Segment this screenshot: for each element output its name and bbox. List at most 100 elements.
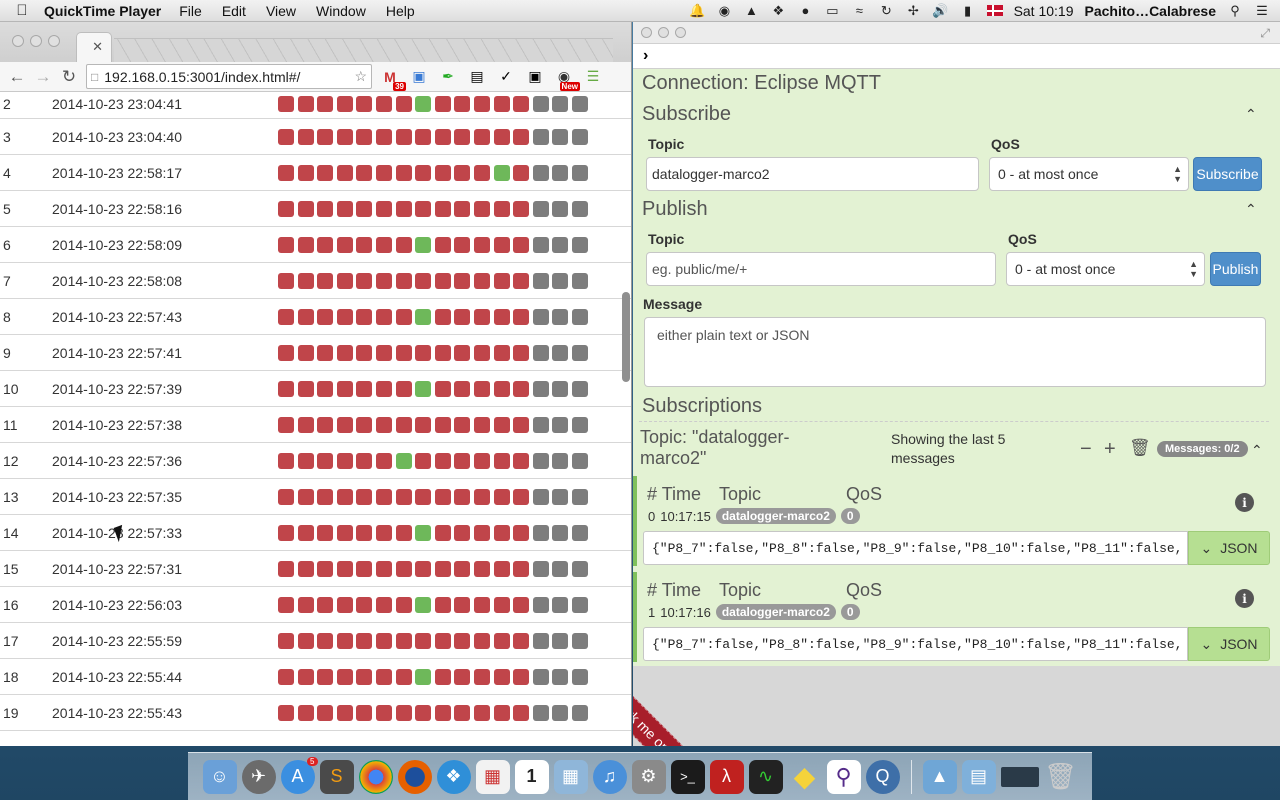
dropbox-icon[interactable]: ❖ [770,3,786,19]
forward-arrow-icon[interactable]: → [32,67,54,87]
display-icon[interactable]: ▭ [824,3,840,19]
zoom-window-button[interactable] [48,35,60,47]
trash-icon[interactable]: 🗑 [1129,438,1151,458]
battery-icon[interactable]: ▮ [960,3,976,19]
finder-icon[interactable]: ☺ [202,759,237,794]
terminal-icon[interactable]: >_ [670,759,705,794]
pin-unused-indicator [571,416,588,433]
notification-bell-icon[interactable]: 🔔 [689,3,705,19]
applications-folder-icon[interactable]: ▲ [922,759,957,794]
spotlight-icon[interactable]: ⚲ [1227,3,1243,19]
fullscreen-icon[interactable]: ⤢ [1260,26,1270,41]
subscribe-topic-input[interactable]: datalogger-marco2 [646,157,979,191]
messages-count-badge: Messages: 0/2 [1157,441,1248,457]
bookmark-star-icon[interactable]: ☆ [354,68,367,85]
record-icon[interactable]: ◉ [716,3,732,19]
info-icon[interactable]: i [1235,493,1254,512]
firefox-icon[interactable] [397,759,432,794]
chrome-menu-icon[interactable]: ☰ [582,66,604,88]
pin-on-indicator [415,524,432,541]
json-format-button[interactable]: ⌄ JSON [1188,627,1270,661]
publish-button[interactable]: Publish [1210,252,1261,286]
grid-app-icon[interactable]: ▦ [475,759,510,794]
eyedropper-icon[interactable]: ✒ [437,66,459,88]
browser-tab[interactable]: ✕ [76,32,112,62]
activity-monitor-icon[interactable]: ∿ [748,759,783,794]
preview-icon[interactable]: ▦ [553,759,588,794]
json-format-button[interactable]: ⌄ JSON [1188,531,1270,565]
time-machine-icon[interactable]: ↻ [878,3,894,19]
drive-icon[interactable]: ▲ [743,3,759,19]
search-app-icon[interactable]: ⚲ [826,759,861,794]
pin-states [278,380,588,397]
subscribe-collapse-chevron-icon[interactable]: ⌃ [1245,106,1257,123]
timemachine-app-icon[interactable]: ● [797,3,813,19]
volume-icon[interactable]: 🔊 [932,3,948,19]
minus-icon[interactable]: − [1080,438,1092,461]
menu-view[interactable]: View [266,3,296,19]
input-source-flag-icon[interactable] [986,5,1003,16]
gmail-extension-icon[interactable]: M 39 [379,66,406,91]
subscribe-heading[interactable]: Subscribe [642,103,731,126]
publish-heading[interactable]: Publish [642,198,708,221]
trash-bin-icon[interactable]: 🗑 [1044,760,1078,794]
address-bar[interactable]: □ 192.168.0.15:3001/index.html#/ ☆ [86,64,372,89]
speed-extension-icon[interactable]: ◉ New [553,66,580,91]
message-textarea[interactable]: either plain text or JSON [644,317,1266,387]
safari-icon[interactable]: ❖ [436,759,471,794]
column-num: # [647,580,658,600]
subscribe-qos-select[interactable]: 0 - at most once ▲ ▼ [989,157,1189,191]
chrome-icon[interactable] [358,759,393,794]
app-menu[interactable]: QuickTime Player [44,3,161,19]
close-tab-icon[interactable]: ✕ [92,39,103,55]
wifi-icon[interactable]: ≈ [851,3,867,19]
apple-menu-icon[interactable]:  [0,2,44,19]
subscribe-button[interactable]: Subscribe [1193,157,1262,191]
publish-qos-select[interactable]: 0 - at most once ▲ ▼ [1006,252,1205,286]
acrobat-icon[interactable]: λ [709,759,744,794]
menu-edit[interactable]: Edit [222,3,246,19]
mqtt-zoom-button[interactable] [675,27,686,38]
message-payload[interactable]: {"P8_7":false,"P8_8":false,"P8_9":false,… [643,531,1188,565]
subscription-collapse-chevron-icon[interactable]: ⌃ [1251,442,1263,459]
close-window-button[interactable] [12,35,24,47]
menu-window[interactable]: Window [316,3,366,19]
message-payload[interactable]: {"P8_7":false,"P8_8":false,"P8_9":false,… [643,627,1188,661]
quicktime-icon[interactable]: Q [865,759,900,794]
launchpad-icon[interactable]: ✈ [241,759,276,794]
reload-icon[interactable]: ↻ [58,67,80,87]
pin-states [278,96,588,112]
publish-collapse-chevron-icon[interactable]: ⌃ [1245,201,1257,218]
sublime-icon[interactable]: S [319,759,354,794]
menu-file[interactable]: File [179,3,202,19]
minimize-window-button[interactable] [30,35,42,47]
menu-help[interactable]: Help [386,3,415,19]
itunes-icon[interactable]: ♫ [592,759,627,794]
window-extension-icon[interactable]: ▣ [408,66,430,88]
desktop-thumbnail-icon[interactable] [1000,766,1039,787]
cheese-icon[interactable]: ◆ [788,760,822,794]
square-extension-icon[interactable]: ▣ [524,66,546,88]
pin-off-indicator [336,596,353,613]
notification-center-icon[interactable]: ☰ [1254,3,1270,19]
pin-on-indicator [415,96,432,112]
back-arrow-icon[interactable]: ← [6,67,28,87]
pin-off-indicator [473,452,490,469]
app-store-icon[interactable]: A5 [280,756,318,794]
documents-folder-icon[interactable]: ▤ [961,759,996,794]
check-extension-icon[interactable]: ✓ [495,66,517,88]
user-menu[interactable]: Pachito…Calabrese [1085,3,1217,19]
clipboard-extension-icon[interactable]: ▤ [466,66,488,88]
info-icon[interactable]: i [1235,589,1254,608]
publish-topic-input[interactable]: eg. public/me/+ [646,252,996,286]
command-bar[interactable]: › [633,44,1280,69]
system-prefs-icon[interactable]: ⚙ [631,759,666,794]
pin-off-indicator [434,560,451,577]
menu-clock[interactable]: Sat 10:19 [1014,3,1074,19]
mqtt-minimize-button[interactable] [658,27,669,38]
plus-icon[interactable]: + [1104,438,1116,461]
bluetooth-icon[interactable]: ✢ [905,3,921,19]
calendar-icon[interactable]: 1 [514,759,549,794]
scrollbar-thumb[interactable] [622,292,630,382]
mqtt-close-button[interactable] [641,27,652,38]
